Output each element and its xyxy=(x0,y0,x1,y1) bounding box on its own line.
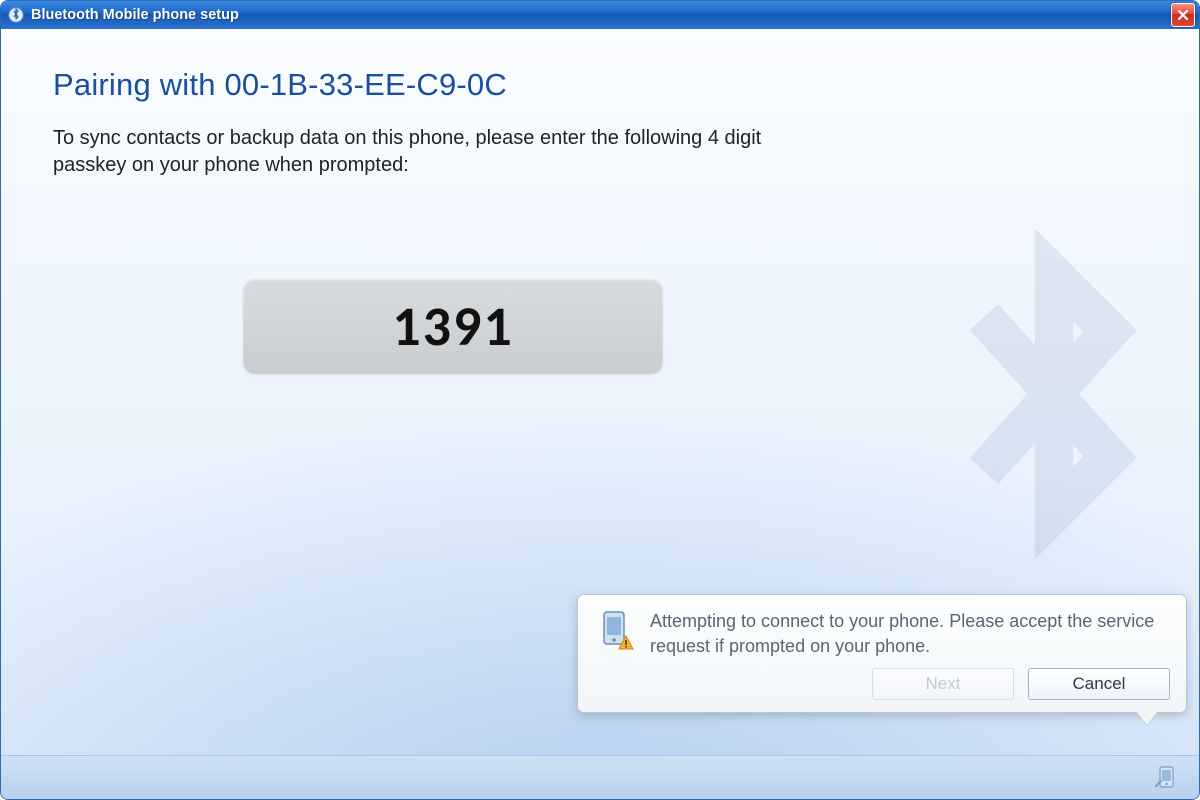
close-icon xyxy=(1177,9,1189,21)
next-button: Next xyxy=(872,668,1014,700)
phone-alert-icon xyxy=(594,609,636,651)
window-title: Bluetooth Mobile phone setup xyxy=(31,7,1171,23)
passkey-box: 1391 xyxy=(243,279,663,374)
bottom-strip xyxy=(1,755,1199,799)
tray-phone-icon xyxy=(1153,764,1181,792)
wizard-page: Pairing with 00-1B-33-EE-C9-0C To sync c… xyxy=(1,29,1199,755)
connection-balloon: Attempting to connect to your phone. Ple… xyxy=(577,594,1187,713)
instruction-text: To sync contacts or backup data on this … xyxy=(53,125,793,179)
passkey-value: 1391 xyxy=(392,293,514,361)
close-button[interactable] xyxy=(1171,3,1195,27)
balloon-tail xyxy=(1136,711,1158,725)
titlebar: Bluetooth Mobile phone setup xyxy=(1,1,1199,29)
cancel-button[interactable]: Cancel xyxy=(1028,668,1170,700)
app-icon xyxy=(7,6,25,24)
wizard-buttons: Next Cancel xyxy=(872,668,1170,700)
balloon-message: Attempting to connect to your phone. Ple… xyxy=(650,609,1170,658)
bluetooth-watermark-icon xyxy=(879,219,1200,569)
page-heading: Pairing with 00-1B-33-EE-C9-0C xyxy=(53,67,1147,103)
bluetooth-setup-window: Bluetooth Mobile phone setup Pairing wit… xyxy=(0,0,1200,800)
